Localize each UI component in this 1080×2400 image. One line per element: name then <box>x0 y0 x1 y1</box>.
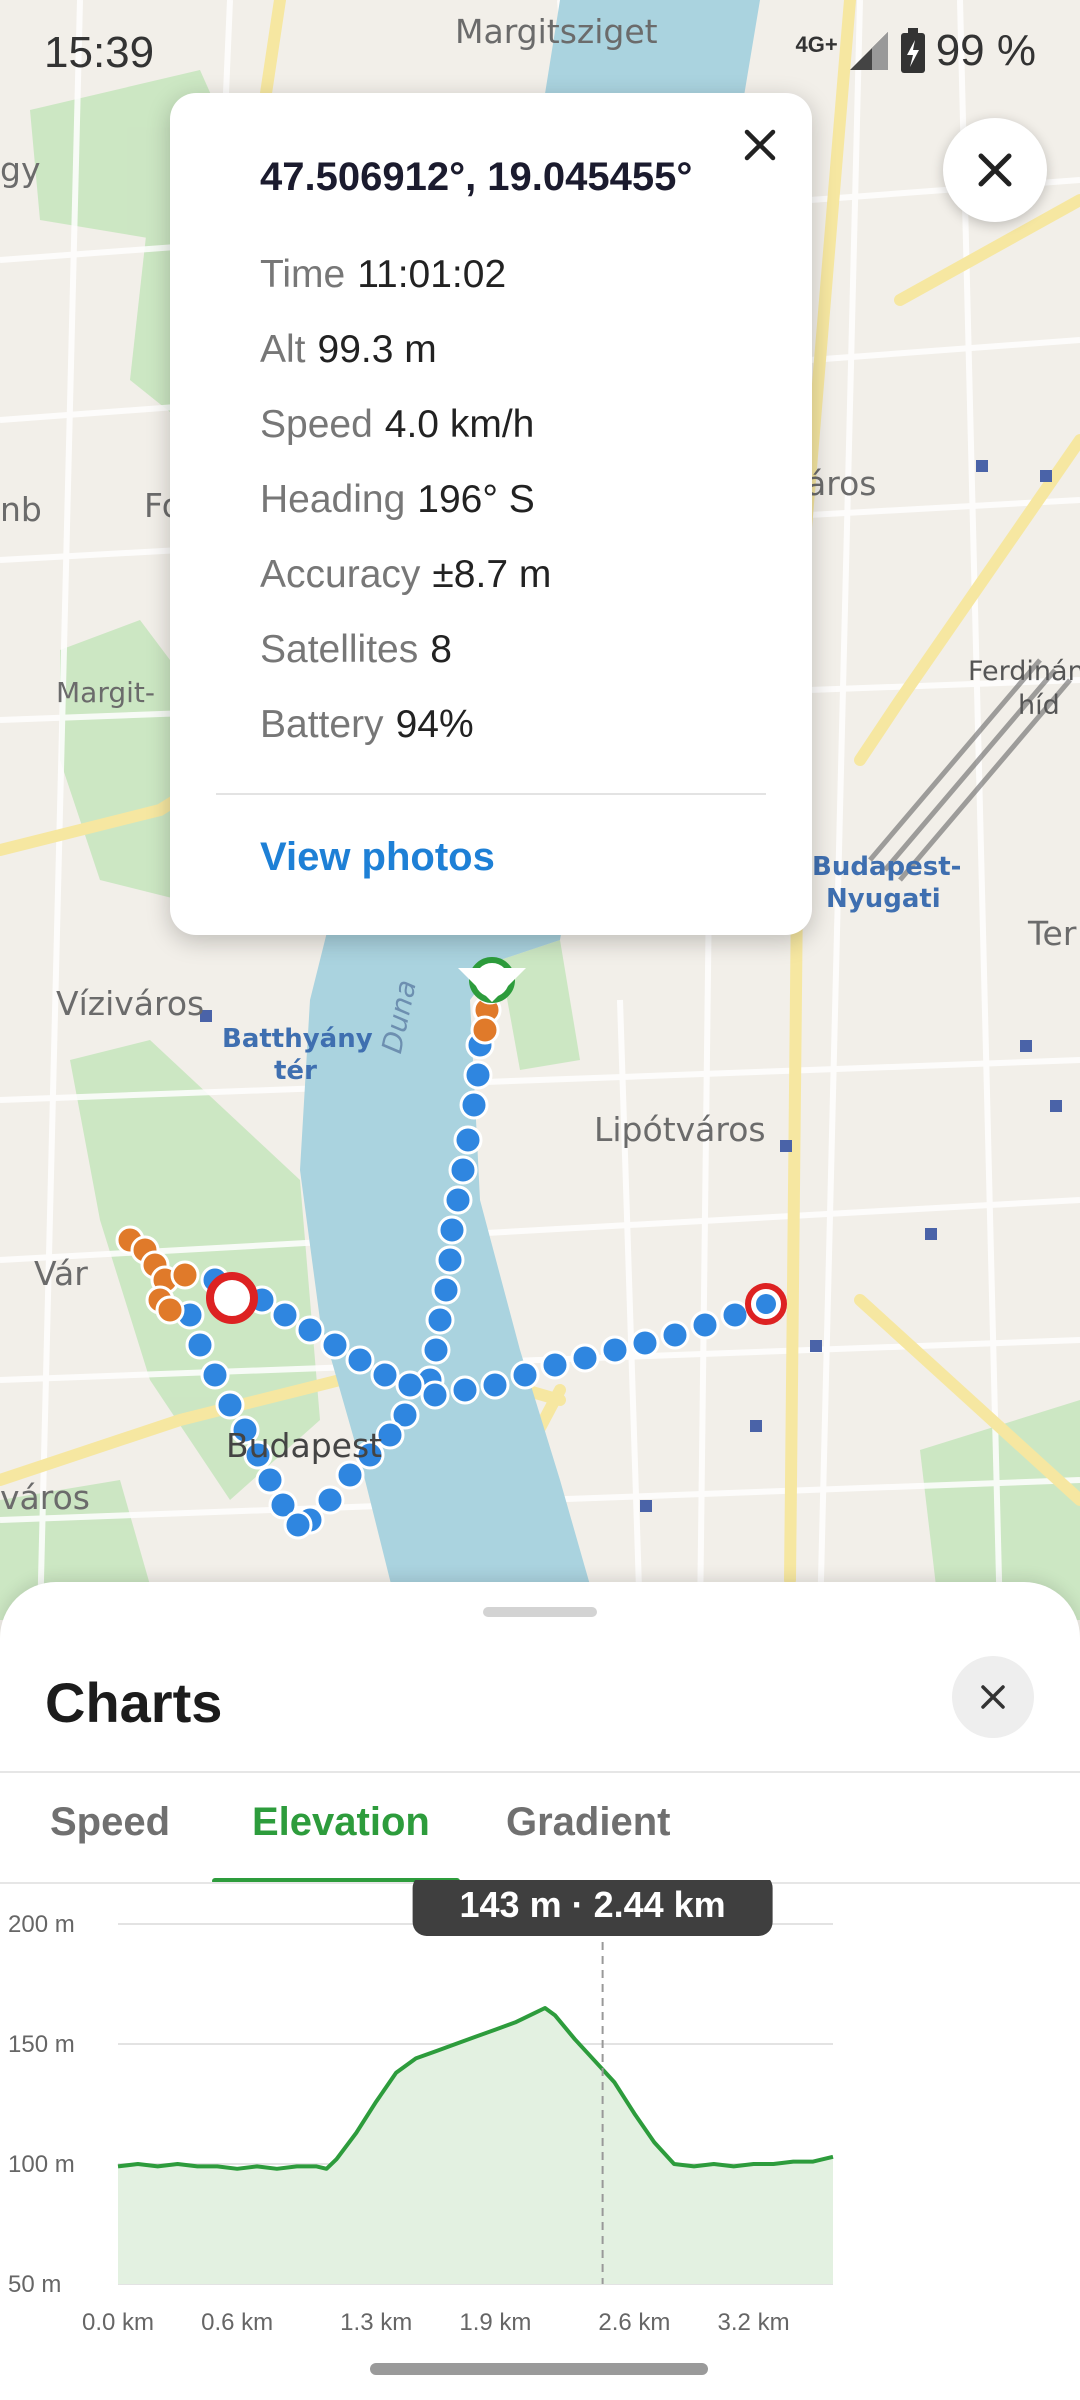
status-bar: 15:39 4G+ 99 % <box>0 0 1080 100</box>
map-label-varos-right: áros <box>806 464 877 503</box>
x-tick-label: 3.2 km <box>718 2309 790 2336</box>
info-row-heading: Heading 196° S <box>260 478 535 521</box>
point-coordinates: 47.506912°, 19.045455° <box>260 155 693 199</box>
home-indicator[interactable] <box>370 2363 708 2375</box>
map-label-nyugati-1: Budapest- <box>812 852 962 882</box>
map-label-varos: város <box>0 1478 90 1517</box>
battery-percent: 99 % <box>935 26 1036 75</box>
x-tick-label: 1.9 km <box>459 2309 531 2336</box>
map-label-lipotvaros: Lipótváros <box>594 1110 766 1149</box>
close-icon <box>981 1685 1005 1709</box>
chart-tooltip-label: 143 m · 2.44 km <box>460 1884 726 1925</box>
map-label-vizivaros: Víziváros <box>56 984 205 1023</box>
info-row-battery: Battery 94% <box>260 703 474 746</box>
signal-icon <box>849 32 888 70</box>
map-close-button[interactable] <box>943 118 1047 222</box>
close-icon <box>978 153 1012 187</box>
map-label-nyugati-2: Nyugati <box>826 884 941 914</box>
view-photos-link[interactable]: View photos <box>260 835 495 880</box>
map-label-margit: Margit- <box>56 676 155 709</box>
y-tick-label: 200 m <box>8 1911 75 1938</box>
info-row-alt: Alt 99.3 m <box>260 328 437 371</box>
status-indicators: 4G+ 99 % <box>796 26 1037 76</box>
sheet-title: Charts <box>45 1671 223 1734</box>
map-label-nb: nb <box>0 490 42 529</box>
popup-divider <box>216 793 766 795</box>
map-label-var: Vár <box>34 1254 88 1293</box>
map-label-budapest: Budapest <box>226 1426 383 1465</box>
elevation-chart[interactable]: 200 m 150 m 100 m 50 m 0.0 km 0.6 km 1.3 km 1.9… <box>0 1880 1080 2350</box>
network-type: 4G+ <box>795 32 838 57</box>
tab-elevation[interactable]: Elevation <box>252 1800 430 1845</box>
info-row-speed: Speed 4.0 km/h <box>260 403 535 446</box>
info-row-satellites: Satellites 8 <box>260 628 452 671</box>
info-row-time: Time 11:01:02 <box>260 253 507 296</box>
elevation-area <box>118 2008 833 2284</box>
status-time: 15:39 <box>44 28 155 77</box>
map-label-gy: gy <box>0 150 41 189</box>
track-start-marker[interactable] <box>206 1272 258 1324</box>
drag-handle[interactable] <box>483 1607 597 1617</box>
x-tick-label: 0.0 km <box>82 2309 154 2336</box>
info-row-accuracy: Accuracy ±8.7 m <box>260 553 552 596</box>
battery-icon <box>900 28 925 73</box>
map-label-ter: Ter <box>1028 914 1077 953</box>
sheet-close-button[interactable] <box>952 1656 1034 1738</box>
y-tick-label: 100 m <box>8 2151 75 2178</box>
popup-pointer <box>458 968 526 1002</box>
tab-gradient[interactable]: Gradient <box>506 1800 670 1845</box>
y-tick-label: 50 m <box>8 2271 61 2298</box>
tab-speed[interactable]: Speed <box>50 1800 170 1845</box>
point-info-popup: 47.506912°, 19.045455° Time 11:01:02 Alt 9… <box>170 93 812 935</box>
map-label-batthyany-2: tér <box>274 1056 317 1086</box>
x-tick-label: 1.3 km <box>340 2309 412 2336</box>
map-label-ferdinand-1: Ferdinán <box>968 656 1080 687</box>
popup-close-icon[interactable] <box>738 123 782 167</box>
x-tick-label: 2.6 km <box>598 2309 670 2336</box>
x-tick-label: 0.6 km <box>201 2309 273 2336</box>
map-label-ferdinand-2: híd <box>1018 690 1060 721</box>
divider <box>0 1771 1080 1773</box>
map-label-batthyany-1: Batthyány <box>222 1024 373 1054</box>
y-tick-label: 150 m <box>8 2031 75 2058</box>
